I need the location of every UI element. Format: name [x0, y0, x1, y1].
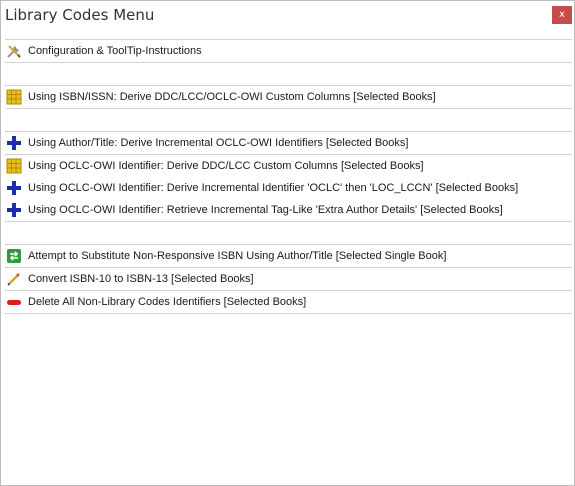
menu-item-label: Using OCLC-OWI Identifier: Retrieve Incr…: [28, 204, 503, 216]
pencil-icon: [6, 271, 22, 287]
window-title: Library Codes Menu: [5, 6, 155, 24]
menu-item-label: Using OCLC-OWI Identifier: Derive DDC/LC…: [28, 160, 424, 172]
wrench-pencil-icon: [6, 43, 22, 59]
green-swap-icon: [6, 248, 22, 264]
blue-plus-icon: [6, 180, 22, 196]
menu-item-label: Using OCLC-OWI Identifier: Derive Increm…: [28, 182, 519, 194]
menu-list: Configuration & ToolTip-Instructions Usi…: [5, 39, 572, 314]
library-codes-menu-window: Library Codes Menu x Configuration & Too…: [0, 0, 575, 486]
menu-item-configuration[interactable]: Configuration & ToolTip-Instructions: [5, 40, 572, 62]
menu-item-label: Configuration & ToolTip-Instructions: [28, 45, 202, 57]
menu-item-substitute-isbn[interactable]: Attempt to Substitute Non-Responsive ISB…: [5, 245, 572, 267]
red-minus-icon: [6, 294, 22, 310]
menu-item-label: Convert ISBN-10 to ISBN-13 [Selected Boo…: [28, 273, 254, 285]
menu-item-author-title-oclc[interactable]: Using Author/Title: Derive Incremental O…: [5, 132, 572, 154]
menu-item-oclc-ddc-lcc[interactable]: Using OCLC-OWI Identifier: Derive DDC/LC…: [5, 155, 572, 177]
menu-item-label: Using ISBN/ISSN: Derive DDC/LCC/OCLC-OWI…: [28, 91, 436, 103]
separator: [5, 313, 572, 314]
menu-item-label: Attempt to Substitute Non-Responsive ISB…: [28, 250, 447, 262]
menu-item-convert-isbn[interactable]: Convert ISBN-10 to ISBN-13 [Selected Boo…: [5, 268, 572, 290]
close-button[interactable]: x: [552, 6, 572, 24]
menu-item-isbn-derive[interactable]: Using ISBN/ISSN: Derive DDC/LCC/OCLC-OWI…: [5, 86, 572, 108]
yellow-grid-icon: [6, 89, 22, 105]
yellow-grid-icon: [6, 158, 22, 174]
menu-item-oclc-extra-author[interactable]: Using OCLC-OWI Identifier: Retrieve Incr…: [5, 199, 572, 221]
menu-item-label: Delete All Non-Library Codes Identifiers…: [28, 296, 307, 308]
menu-item-oclc-incremental[interactable]: Using OCLC-OWI Identifier: Derive Increm…: [5, 177, 572, 199]
title-bar: Library Codes Menu x: [1, 1, 574, 29]
menu-item-delete-identifiers[interactable]: Delete All Non-Library Codes Identifiers…: [5, 291, 572, 313]
blue-plus-icon: [6, 135, 22, 151]
blue-plus-icon: [6, 202, 22, 218]
menu-item-label: Using Author/Title: Derive Incremental O…: [28, 137, 409, 149]
